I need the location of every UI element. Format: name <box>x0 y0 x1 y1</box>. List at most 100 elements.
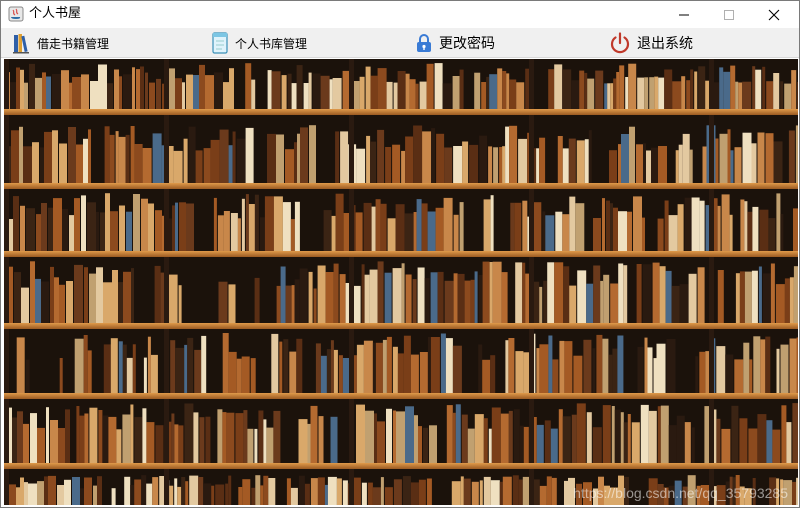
book-spine <box>98 64 107 109</box>
book-spine <box>317 265 326 323</box>
book-spine <box>415 83 419 109</box>
book-spine <box>781 405 787 463</box>
book-spine <box>30 413 37 463</box>
book-spine <box>564 341 573 393</box>
book-spine <box>734 359 744 393</box>
close-button[interactable] <box>751 1 797 28</box>
book-spine <box>770 263 775 323</box>
book-spine <box>562 148 569 183</box>
book-spine <box>294 142 297 183</box>
menu-borrowed-books[interactable]: 借走书籍管理 <box>11 28 109 58</box>
book-spine <box>50 420 58 463</box>
book-spine <box>536 148 540 183</box>
book-spine <box>93 485 97 505</box>
document-icon <box>209 31 231 55</box>
book-spine <box>105 193 110 251</box>
menu-personal-library-label: 个人书库管理 <box>235 36 308 51</box>
book-spine <box>743 342 750 393</box>
book-spine <box>401 263 405 323</box>
book-spine <box>684 422 691 463</box>
book-spine <box>554 262 564 323</box>
book-spine <box>294 279 300 323</box>
book-spine <box>434 63 443 109</box>
book-spine <box>713 82 720 109</box>
book-spine <box>81 195 86 251</box>
book-spine <box>290 219 295 251</box>
book-spine <box>550 428 558 463</box>
book-spine <box>229 68 234 109</box>
book-spine <box>254 428 258 463</box>
book-spine <box>548 69 555 109</box>
book-spine <box>403 335 411 393</box>
book-spine <box>97 476 102 505</box>
book-spine <box>510 202 515 251</box>
book-spine <box>727 129 731 183</box>
book-spine <box>616 72 620 109</box>
menu-exit-system[interactable]: 退出系统 <box>607 28 693 58</box>
book-spine <box>419 81 427 109</box>
book-spine <box>705 351 710 393</box>
book-spine <box>16 337 25 393</box>
book-spine <box>543 280 548 323</box>
book-spine <box>576 403 586 463</box>
book-spine <box>377 261 384 323</box>
book-spine <box>431 128 436 183</box>
book-spine <box>123 74 132 109</box>
book-spine <box>460 476 464 505</box>
book-spine <box>320 355 327 393</box>
book-spine <box>16 487 20 505</box>
book-spine <box>291 83 297 109</box>
book-spine <box>489 262 493 323</box>
book-spine <box>735 81 739 109</box>
book-spine <box>555 211 563 251</box>
book-spine <box>452 76 460 109</box>
book-spine <box>79 415 85 463</box>
book-spine <box>627 211 632 251</box>
book-spine <box>198 477 204 505</box>
book-spine <box>217 409 223 463</box>
book-spine <box>518 138 528 183</box>
book-spine <box>23 146 32 183</box>
minimize-button[interactable] <box>661 1 707 28</box>
menu-change-password[interactable]: 更改密码 <box>413 28 495 58</box>
book-spine <box>493 147 499 183</box>
book-spine <box>118 341 123 393</box>
book-spine <box>489 74 498 109</box>
book-spine <box>758 266 762 323</box>
book-spine <box>177 486 182 505</box>
book-spine <box>210 139 220 183</box>
book-spine <box>12 417 17 463</box>
book-spine <box>195 150 203 183</box>
book-spine <box>419 352 428 393</box>
book-spine <box>429 425 437 463</box>
book-spine <box>201 335 207 393</box>
book-spine <box>214 72 223 109</box>
book-spine <box>744 201 748 251</box>
book-spine <box>402 476 411 505</box>
book-spine <box>602 338 609 393</box>
book-spine <box>377 129 385 183</box>
book-spine <box>691 197 700 251</box>
book-spine <box>453 273 458 323</box>
book-spine <box>96 267 103 323</box>
close-icon <box>768 9 780 20</box>
book-spine <box>725 354 734 393</box>
maximize-button[interactable] <box>706 1 752 28</box>
book-spine <box>579 70 585 109</box>
book-spine <box>119 205 125 251</box>
book-spine <box>545 215 555 251</box>
book-spine <box>539 344 549 393</box>
book-spine <box>102 415 109 463</box>
book-spine <box>185 481 189 505</box>
book-spine <box>586 412 592 463</box>
book-spine <box>291 285 295 323</box>
title-bar[interactable]: 个人书屋 <box>1 1 799 28</box>
book-spine <box>392 144 401 183</box>
book-spine <box>386 408 392 463</box>
menu-personal-library[interactable]: 个人书库管理 <box>209 28 307 58</box>
book-spine <box>505 126 510 183</box>
book-spine <box>788 130 795 183</box>
book-spine <box>374 413 377 463</box>
book-spine <box>426 478 432 505</box>
book-spine <box>659 266 666 323</box>
